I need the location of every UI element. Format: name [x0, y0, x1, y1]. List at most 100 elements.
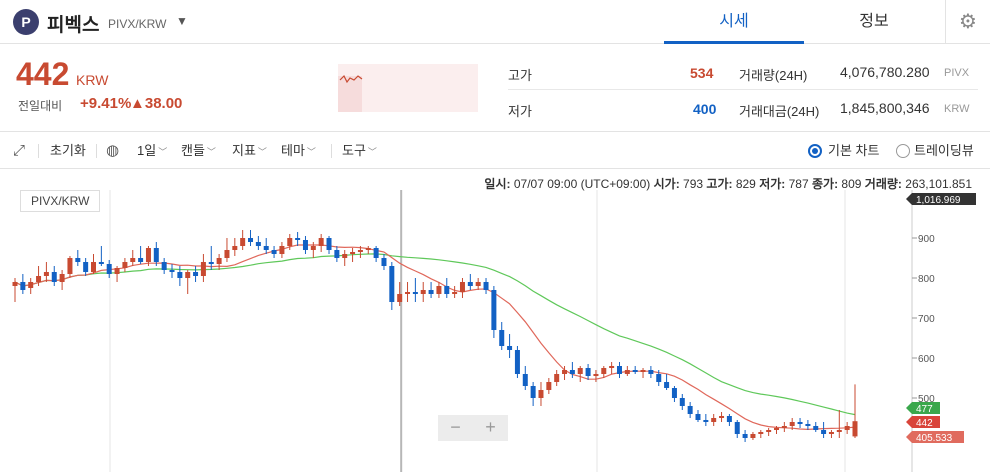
candle-body	[562, 370, 568, 374]
candle-body	[318, 238, 324, 246]
candle-body	[671, 388, 677, 398]
candle-body	[114, 268, 120, 274]
coin-name[interactable]: 피벡스	[47, 10, 99, 37]
candle-body	[200, 262, 206, 276]
chevron-down-icon[interactable]: ▼	[176, 14, 188, 28]
zoom-controls: − +	[438, 415, 508, 441]
ohlc-date-label: 일시:	[484, 177, 511, 191]
tradingview-label[interactable]: 트레이딩뷰	[914, 133, 974, 169]
candle-body	[734, 422, 740, 434]
globe-icon[interactable]: ◍	[106, 133, 119, 169]
ohlc-date: 07/07 09:00 (UTC+09:00)	[513, 177, 651, 191]
gear-icon[interactable]: ⚙	[945, 0, 990, 44]
ohlc-low: 787	[788, 177, 809, 191]
tradingview-radio[interactable]	[896, 144, 910, 158]
candle-body	[507, 346, 513, 350]
theme-label: 테마	[281, 143, 305, 158]
candle-body	[577, 368, 583, 374]
interval-select[interactable]: 1일 ﹀	[137, 133, 167, 169]
candle-body	[530, 386, 536, 398]
divider	[508, 89, 978, 90]
candle-body	[656, 374, 662, 382]
candle-body	[711, 418, 717, 422]
turnover-value: 1,845,800,346	[840, 100, 930, 116]
candle-body	[98, 262, 104, 264]
candle-body	[797, 422, 803, 424]
candle-body	[310, 246, 316, 250]
ohlc-high: 829	[735, 177, 756, 191]
candle-body	[12, 282, 18, 286]
price-tag-ma-short: 477	[906, 402, 940, 415]
candle-body	[350, 252, 356, 254]
candle-body	[389, 266, 395, 302]
candle-body	[248, 238, 254, 242]
chevron-down-icon: ﹀	[306, 147, 316, 157]
tools-select[interactable]: 도구 ﹀	[342, 133, 377, 169]
candle-body	[499, 330, 505, 346]
candle-body	[271, 250, 277, 254]
candle-body	[161, 262, 167, 270]
chevron-down-icon: ﹀	[257, 147, 267, 157]
candle-body	[726, 416, 732, 422]
tab-price[interactable]: 시세	[664, 0, 804, 44]
y-tick-label: 800	[918, 274, 935, 285]
candle-body	[169, 270, 175, 272]
candle-body	[185, 272, 191, 278]
ohlc-open: 793	[683, 177, 704, 191]
low-value: 400	[693, 101, 717, 117]
high-label: 고가	[508, 68, 532, 83]
ma-short-line	[14, 244, 856, 431]
candle-body	[491, 290, 497, 330]
reset-button[interactable]: 초기화	[50, 133, 86, 169]
candle-body	[569, 370, 575, 374]
candle-body	[279, 246, 285, 254]
candle-body	[240, 238, 246, 246]
candle-body	[334, 250, 340, 258]
basic-chart-label[interactable]: 기본 차트	[828, 133, 879, 169]
indicator-label: 지표	[232, 143, 256, 158]
chart-type-select[interactable]: 캔들 ﹀	[181, 133, 216, 169]
candle-body	[703, 420, 709, 422]
volume-unit: PIVX	[944, 67, 970, 79]
high-value: 534	[690, 65, 714, 81]
ohlc-close-label: 종가:	[812, 177, 839, 191]
candle-body	[679, 398, 685, 406]
tab-info[interactable]: 정보	[804, 0, 944, 44]
candle-body	[224, 250, 230, 258]
expand-icon[interactable]: ⤢	[13, 133, 25, 169]
candle-body	[805, 424, 811, 426]
candle-body	[758, 432, 764, 434]
basic-chart-radio[interactable]	[808, 144, 822, 158]
candle-body	[193, 272, 199, 276]
candle-body	[405, 292, 411, 294]
price-tag-current: 442	[906, 416, 940, 429]
chart-pair-label: PIVX/KRW	[20, 190, 101, 212]
candle-body	[420, 290, 426, 294]
candle-body	[813, 426, 819, 430]
candlestick-chart[interactable]: 900 800 700 600 500 1,016.969 477 442 405.533 일시…	[0, 170, 990, 472]
candle-body	[20, 282, 26, 290]
change-amount: ▲38.00	[130, 95, 183, 112]
price-tag-ma-long: 405.533	[906, 431, 964, 444]
candle-body	[483, 282, 489, 290]
ohlc-low-label: 저가:	[759, 177, 786, 191]
indicator-select[interactable]: 지표 ﹀	[232, 133, 267, 169]
chevron-down-icon: ﹀	[367, 147, 377, 157]
theme-select[interactable]: 테마 ﹀	[281, 133, 316, 169]
tools-label: 도구	[342, 143, 366, 158]
zoom-out-button[interactable]: −	[438, 417, 473, 438]
candle-body	[67, 258, 73, 274]
zoom-in-button[interactable]: +	[473, 417, 508, 438]
toolbar-divider	[96, 144, 97, 158]
ohlc-readout: 일시: 07/07 09:00 (UTC+09:00) 시가: 793 고가: …	[484, 175, 972, 192]
price-summary: 442 KRW 전일대비 +9.41% ▲38.00 고가 534 저가 400…	[0, 44, 990, 132]
candle-body	[844, 426, 850, 430]
candle-body	[554, 374, 560, 382]
candle-body	[821, 430, 827, 434]
candle-body	[538, 390, 544, 398]
chart-type-label: 캔들	[181, 143, 205, 158]
sparkline-svg	[338, 74, 363, 112]
candle-body	[122, 262, 128, 268]
toolbar-divider	[331, 144, 332, 158]
candle-body	[601, 368, 607, 374]
